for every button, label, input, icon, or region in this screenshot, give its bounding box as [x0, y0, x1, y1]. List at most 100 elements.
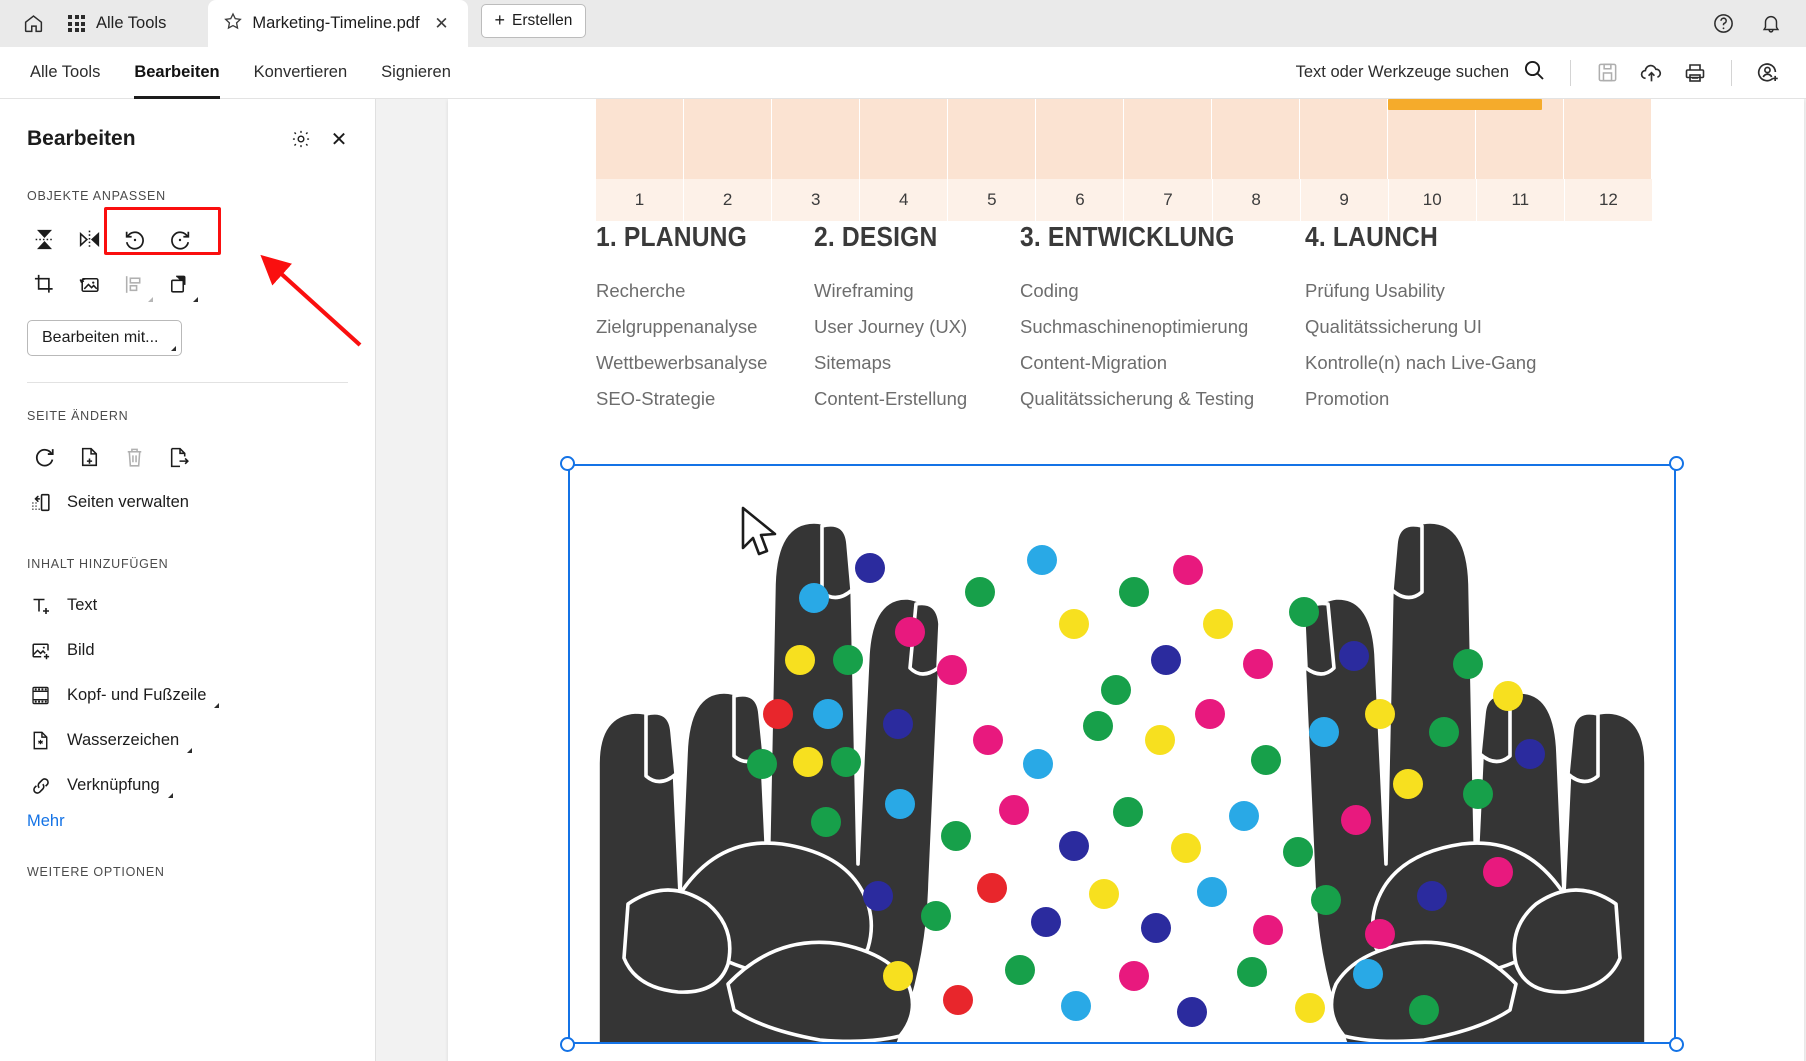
flip-vertical-icon[interactable] [22, 217, 67, 262]
panel-header: Bearbeiten ✕ [0, 99, 375, 155]
tab-signieren[interactable]: Signieren [365, 47, 467, 99]
home-icon[interactable] [12, 3, 54, 45]
phase-column: 4. LAUNCH Prüfung Usability Qualitätssic… [1305, 221, 1537, 417]
share-person-icon[interactable] [1748, 53, 1788, 93]
rotate-counterclockwise-icon[interactable] [112, 217, 157, 262]
phase-item: User Journey (UX) [814, 316, 968, 337]
cloud-upload-icon[interactable] [1631, 53, 1671, 93]
gantt-column [1564, 99, 1652, 179]
more-link[interactable]: Mehr [0, 808, 375, 831]
crop-icon[interactable] [22, 262, 67, 307]
arrange-layers-icon[interactable] [157, 262, 202, 307]
header-footer-item[interactable]: Kopf- und Fußzeile [22, 673, 322, 718]
section-label-weitere-optionen: WEITERE OPTIONEN [27, 865, 165, 879]
page-modify-tool-grid [0, 435, 250, 480]
resize-handle-top-left[interactable] [560, 456, 575, 471]
gantt-tick: 10 [1389, 179, 1477, 221]
divider [27, 382, 348, 383]
rotate-page-icon[interactable] [22, 435, 67, 480]
watermark-label: Wasserzeichen [67, 731, 180, 749]
gantt-column [1036, 99, 1124, 179]
menu-toolbar-row: Alle Tools Bearbeiten Konvertieren Signi… [0, 47, 1806, 99]
gantt-column [1300, 99, 1388, 179]
tab-alle-tools[interactable]: Alle Tools [14, 47, 116, 99]
resize-handle-bottom-left[interactable] [560, 1037, 575, 1052]
edit-with-button[interactable]: Bearbeiten mit... [27, 320, 182, 356]
gantt-tick: 12 [1598, 190, 1618, 209]
gantt-column [948, 99, 1036, 179]
gantt-column [596, 99, 684, 179]
close-panel-icon[interactable]: ✕ [323, 123, 355, 155]
tab-bearbeiten[interactable]: Bearbeiten [118, 47, 235, 99]
gantt-column [860, 99, 948, 179]
tab-label: Alle Tools [30, 63, 101, 81]
phase-item: Kontrolle(n) nach Live-Gang [1305, 352, 1537, 373]
search-icon[interactable] [1522, 58, 1546, 87]
manage-pages-item[interactable]: Seiten verwalten [22, 480, 322, 525]
gantt-column [772, 99, 860, 179]
rotate-clockwise-icon[interactable] [157, 217, 202, 262]
phase-item: Qualitätssicherung & Testing [1020, 388, 1255, 409]
print-icon[interactable] [1675, 53, 1715, 93]
gantt-column [1388, 99, 1476, 179]
search-tools-button[interactable]: Text oder Werkzeuge suchen [1288, 52, 1554, 93]
create-label: Erstellen [512, 11, 573, 29]
replace-image-icon[interactable] [67, 262, 112, 307]
gantt-band [596, 99, 1652, 179]
document-tab-title: Marketing-Timeline.pdf [252, 14, 420, 32]
gantt-tick: 1 [596, 179, 685, 221]
resize-handle-bottom-right[interactable] [1669, 1037, 1684, 1052]
tab-label: Bearbeiten [134, 63, 220, 81]
close-tab-icon[interactable]: ✕ [429, 11, 455, 37]
extract-page-icon[interactable] [157, 435, 202, 480]
phase-column: 2. DESIGN Wireframing User Journey (UX) … [814, 221, 1020, 417]
insert-page-icon[interactable] [67, 435, 112, 480]
settings-gear-icon[interactable] [285, 123, 317, 155]
adobe-acrobat-window: Alle Tools Marketing-Timeline.pdf ✕ + Er… [0, 0, 1806, 1061]
save-icon[interactable] [1587, 53, 1627, 93]
phase-title: 2. DESIGN [814, 221, 938, 252]
phase-item: Prüfung Usability [1305, 280, 1445, 301]
selected-image-object[interactable] [560, 456, 1684, 1052]
section-label-inhalt-hinzufuegen: INHALT HINZUFÜGEN [27, 557, 169, 571]
object-adjust-tool-grid [0, 217, 250, 307]
browser-tab-bar: Alle Tools Marketing-Timeline.pdf ✕ + Er… [0, 0, 1806, 47]
gantt-tick: 7 [1124, 179, 1213, 221]
phase-columns: 1. PLANUNG Recherche Zielgruppenanalyse … [596, 221, 1756, 417]
watermark-icon [28, 729, 53, 752]
phase-title: 3. ENTWICKLUNG [1020, 221, 1235, 252]
panel-title: Bearbeiten [27, 127, 136, 150]
watermark-item[interactable]: Wasserzeichen [22, 718, 322, 763]
create-button[interactable]: + Erstellen [480, 3, 587, 38]
section-label-seite-aendern: SEITE ÄNDERN [27, 409, 129, 423]
flip-horizontal-icon[interactable] [67, 217, 112, 262]
tabbar-right-group [1702, 0, 1806, 47]
delete-page-icon [112, 435, 157, 480]
phase-item: Suchmaschinenoptimierung [1020, 316, 1249, 337]
phase-item: Content-Migration [1020, 352, 1168, 373]
add-image-item[interactable]: Bild [22, 628, 322, 673]
gantt-column [1212, 99, 1300, 179]
toolbar-right-group: Text oder Werkzeuge suchen [1288, 52, 1806, 93]
resize-handle-top-right[interactable] [1669, 456, 1684, 471]
pdf-page: 1 2 3 4 5 6 7 8 9 10 11 12 1. PLANUNG Re… [448, 99, 1804, 1061]
gantt-tick: 2 [684, 179, 773, 221]
hands-with-confetti-illustration[interactable] [568, 464, 1676, 1044]
tab-konvertieren[interactable]: Konvertieren [238, 47, 364, 99]
document-viewport[interactable]: 1 2 3 4 5 6 7 8 9 10 11 12 1. PLANUNG Re… [376, 99, 1806, 1061]
add-content-item-list: Text Bild Kopf- und Fußzeile Wasserzeich… [0, 583, 375, 808]
favorite-star-icon[interactable] [223, 11, 243, 36]
all-tools-grid-button[interactable]: Alle Tools [58, 3, 180, 45]
notification-bell-icon[interactable] [1750, 3, 1792, 45]
phase-item: Content-Erstellung [814, 388, 968, 409]
help-icon[interactable] [1702, 3, 1744, 45]
edit-tools-panel: Bearbeiten ✕ OBJEKTE ANPASSEN Bearbeiten… [0, 99, 376, 1061]
tab-label: Signieren [381, 63, 451, 81]
phase-item: Sitemaps [814, 352, 892, 373]
phase-item: Promotion [1305, 388, 1390, 409]
document-tab[interactable]: Marketing-Timeline.pdf ✕ [208, 0, 468, 47]
phase-item: Wireframing [814, 280, 914, 301]
link-item[interactable]: Verknüpfung [22, 763, 322, 808]
add-image-icon [28, 639, 53, 663]
add-text-item[interactable]: Text [22, 583, 322, 628]
